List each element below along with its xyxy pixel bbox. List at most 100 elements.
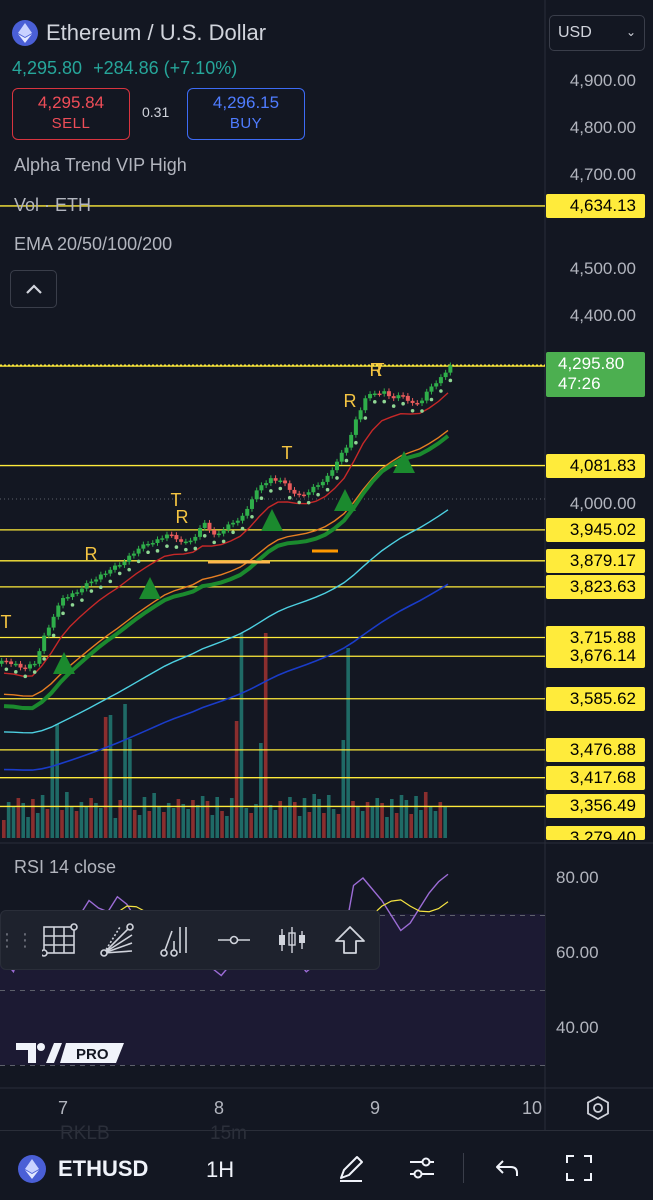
candle-body (245, 508, 250, 516)
rsi-axis-label: 40.00 (556, 1018, 599, 1037)
volume-bar (283, 806, 287, 838)
candle-body (9, 661, 14, 665)
volume-bar (118, 800, 122, 838)
drag-handle-icon[interactable]: ⋮⋮ (0, 911, 34, 969)
horizontal-line-tool-icon[interactable] (205, 911, 263, 969)
candle-body (372, 393, 377, 396)
candle-body (169, 534, 174, 537)
candle-body (160, 538, 165, 540)
candle-body (320, 481, 325, 486)
candle-body (377, 393, 382, 396)
fib-fan-tool-icon[interactable] (89, 911, 147, 969)
price-axis-label: 4,900.00 (569, 71, 636, 90)
grid-tool-icon[interactable] (31, 911, 89, 969)
volume-bar (220, 811, 224, 838)
volume-bar (322, 813, 326, 838)
volume-bar (60, 810, 64, 838)
price-axis-label: 4,500.00 (569, 259, 636, 278)
volume-bar (234, 721, 239, 838)
signal-dot (306, 500, 311, 505)
chart-settings-icon[interactable] (585, 1095, 611, 1121)
level-tag: 3,476.88 (546, 737, 645, 762)
volume-bar (404, 800, 409, 838)
signal-dot (240, 526, 245, 531)
symbol-header[interactable]: Ethereum / U.S. Dollar (12, 20, 266, 46)
volume-bar (171, 808, 176, 838)
volume-bar (142, 797, 147, 838)
indicator-alpha-trend[interactable]: Alpha Trend VIP High (14, 155, 187, 176)
candle-body (207, 522, 212, 531)
volume-bar (181, 804, 186, 838)
drawing-toolbar[interactable]: ⋮⋮ (0, 910, 380, 970)
volume-bar (137, 815, 142, 838)
divider (463, 1153, 464, 1183)
signal-dot (278, 486, 283, 491)
signal-marker: R (344, 391, 357, 411)
candle-body (94, 579, 99, 582)
buy-signal-triangle (334, 489, 356, 511)
volume-bar (21, 803, 25, 838)
buy-signal-triangle (53, 652, 75, 674)
ghost-symbol: RKLB (60, 1123, 110, 1144)
candle-body (42, 635, 47, 652)
candle-body (0, 660, 4, 664)
volume-bar (147, 811, 152, 838)
undo-icon[interactable] (490, 1151, 524, 1185)
sell-button[interactable]: 4,295.84 SELL (12, 88, 130, 140)
price-axis-label: 4,700.00 (569, 165, 636, 184)
volume-bar (385, 817, 389, 838)
volume-bar (419, 810, 423, 838)
volume-bar (370, 807, 375, 838)
candle-body (103, 573, 108, 576)
candles-tool-icon[interactable] (263, 911, 321, 969)
volume-bar (331, 809, 336, 838)
indicator-volume[interactable]: Vol · ETH (14, 195, 91, 216)
rsi-label[interactable]: RSI 14 close (14, 857, 116, 878)
signal-dot (221, 539, 226, 544)
volume-bar (99, 808, 103, 838)
volume-bar (423, 792, 428, 838)
signal-dot (193, 546, 198, 551)
ema20-line (3, 392, 449, 677)
indicator-ema[interactable]: EMA 20/50/100/200 (14, 234, 172, 255)
signal-dot (51, 633, 56, 638)
volume-bar (229, 798, 234, 838)
buy-price: 4,296.15 (212, 93, 280, 112)
volume-bar (317, 799, 321, 838)
fullscreen-icon[interactable] (562, 1151, 596, 1185)
collapse-legend-button[interactable] (10, 270, 57, 308)
live-price: 4,295.80 (558, 354, 625, 373)
arrow-up-tool-icon[interactable] (321, 911, 379, 969)
volume-bar (200, 796, 205, 838)
candle-body (287, 483, 292, 490)
signal-dot (117, 571, 122, 576)
signal-marker: R (176, 507, 189, 527)
volume-bar (79, 802, 84, 838)
candle-body (79, 588, 84, 593)
volume-bar (268, 805, 273, 838)
candle-body (363, 398, 368, 411)
symbol-search-button[interactable]: ETHUSD (18, 1155, 148, 1183)
candle-body (240, 515, 245, 521)
currency-select[interactable]: USD ⌄ (549, 15, 645, 51)
indicators-sliders-icon[interactable] (405, 1151, 439, 1185)
buy-label: BUY (229, 115, 263, 132)
candle-body (358, 410, 363, 420)
candle-body (183, 541, 188, 544)
pitchfork-tool-icon[interactable] (147, 911, 205, 969)
volume-bar (74, 811, 79, 838)
buy-button[interactable]: 4,296.15 BUY (187, 88, 305, 140)
rsi-axis-label: 80.00 (556, 868, 599, 887)
pencil-draw-icon[interactable] (334, 1151, 368, 1185)
timeframe-button[interactable]: 1H (206, 1157, 234, 1183)
signal-dot (4, 667, 9, 672)
signal-marker: R (85, 544, 98, 564)
candle-body (212, 530, 217, 535)
signal-dot (410, 408, 415, 413)
candle-body (216, 533, 221, 536)
bar-countdown: 47:26 (558, 374, 601, 393)
volume-bar (365, 802, 370, 838)
signal-dot (429, 397, 434, 402)
candle-body (382, 391, 387, 394)
volume-bar (438, 802, 443, 838)
